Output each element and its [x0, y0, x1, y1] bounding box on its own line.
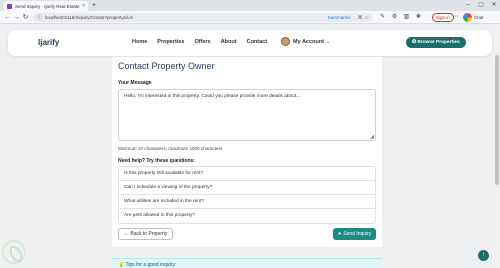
tab-title: Send Inquiry - Ijarify Real Estate — [15, 3, 80, 9]
nav-links: Home Properties Offers About Contact — [132, 39, 277, 45]
lightbulb-icon: 💡 — [118, 262, 126, 268]
watermark-logo-icon — [2, 240, 26, 264]
chat-button[interactable]: Chat — [474, 13, 484, 22]
account-menu[interactable]: My Account ⌄ — [281, 37, 330, 46]
help-label: Need help? Try these questions: — [118, 158, 195, 164]
summarize-button[interactable]: Summarize — [328, 15, 351, 20]
menu-dots-icon[interactable]: ⋯ — [451, 13, 460, 22]
browser-toolbar: ← → ↻ ⓘ localhost:5115/Inquiry/Create?pr… — [0, 11, 500, 24]
puzzle-icon[interactable]: ⚙ — [390, 13, 399, 22]
send-label: Send Inquiry — [343, 231, 372, 237]
browse-label: Browse Properties — [417, 40, 460, 45]
avatar — [281, 37, 290, 46]
scrollbar[interactable] — [494, 25, 500, 268]
forward-icon[interactable]: → — [12, 13, 21, 22]
inquiry-card: Contact Property Owner Your Message Hell… — [112, 57, 382, 247]
back-icon[interactable]: ← — [3, 13, 12, 22]
site-navbar: Ijarify Home Properties Offers About Con… — [8, 30, 492, 56]
bookmark-star-icon[interactable]: ☆ — [365, 15, 369, 21]
question-item[interactable]: Can I schedule a viewing of the property… — [119, 181, 375, 195]
scroll-to-top-button[interactable]: ↑ — [478, 250, 489, 261]
tips-title: Tips for a good inquiry: — [125, 262, 177, 268]
scrollbar-thumb[interactable] — [495, 55, 499, 185]
nav-home[interactable]: Home — [132, 39, 147, 45]
browse-properties-button[interactable]: ✪ Browse Properties — [406, 37, 466, 48]
back-label: Back to Property — [130, 231, 168, 237]
translate-icon[interactable]: ⌘ — [358, 15, 363, 21]
chevron-down-icon: ⌄ — [325, 38, 331, 45]
address-bar[interactable]: ⓘ localhost:5115/Inquiry/Create?property… — [33, 13, 373, 22]
browser-tabstrip: Send Inquiry - Ijarify Real Estate × + –… — [0, 0, 500, 11]
close-window-icon[interactable]: ✕ — [488, 0, 500, 11]
browser-tab[interactable]: Send Inquiry - Ijarify Real Estate × — [4, 1, 88, 11]
message-hint: Minimum 10 characters, maximum 1000 char… — [118, 146, 223, 151]
tab-close-icon[interactable]: × — [82, 3, 85, 9]
nav-contact[interactable]: Contact — [247, 39, 267, 45]
extension-icon[interactable]: ✎ — [378, 13, 387, 22]
google-icon[interactable] — [463, 13, 472, 22]
resize-handle-icon[interactable]: ◢ — [370, 134, 374, 140]
page-title: Contact Property Owner — [118, 61, 215, 71]
question-item[interactable]: What utilities are included in the rent? — [119, 195, 375, 209]
message-label: Your Message — [118, 80, 152, 86]
site-info-icon[interactable]: ⓘ — [37, 14, 42, 21]
profile-sidebar-icon[interactable]: ❖ — [414, 13, 423, 22]
new-tab-icon[interactable]: + — [92, 1, 96, 10]
nav-offers[interactable]: Offers — [195, 39, 211, 45]
message-text: Hello, I'm interested in this property. … — [124, 94, 301, 99]
account-label: My Account — [293, 38, 324, 45]
reload-icon[interactable]: ↻ — [21, 13, 30, 22]
message-textarea[interactable]: Hello, I'm interested in this property. … — [118, 89, 376, 141]
tips-box: 💡 Tips for a good inquiry: — [112, 258, 382, 268]
favicon-icon — [7, 3, 12, 9]
site-logo[interactable]: Ijarify — [38, 38, 59, 47]
send-inquiry-button[interactable]: ➤ Send Inquiry — [333, 228, 376, 240]
question-item[interactable]: Are pets allowed in this property? — [119, 209, 375, 223]
url-text: localhost:5115/Inquiry/Create?propertyId… — [45, 15, 133, 20]
back-to-property-button[interactable]: ← Back to Property — [118, 228, 174, 240]
split-view-icon[interactable]: ▥ — [402, 13, 411, 22]
suggested-questions: Is this property still available for ren… — [118, 166, 376, 224]
minimize-icon[interactable]: – — [462, 0, 474, 11]
question-item[interactable]: Is this property still available for ren… — [119, 167, 375, 181]
nav-about[interactable]: About — [221, 39, 237, 45]
nav-properties[interactable]: Properties — [157, 39, 184, 45]
maximize-icon[interactable]: ▢ — [475, 0, 487, 11]
